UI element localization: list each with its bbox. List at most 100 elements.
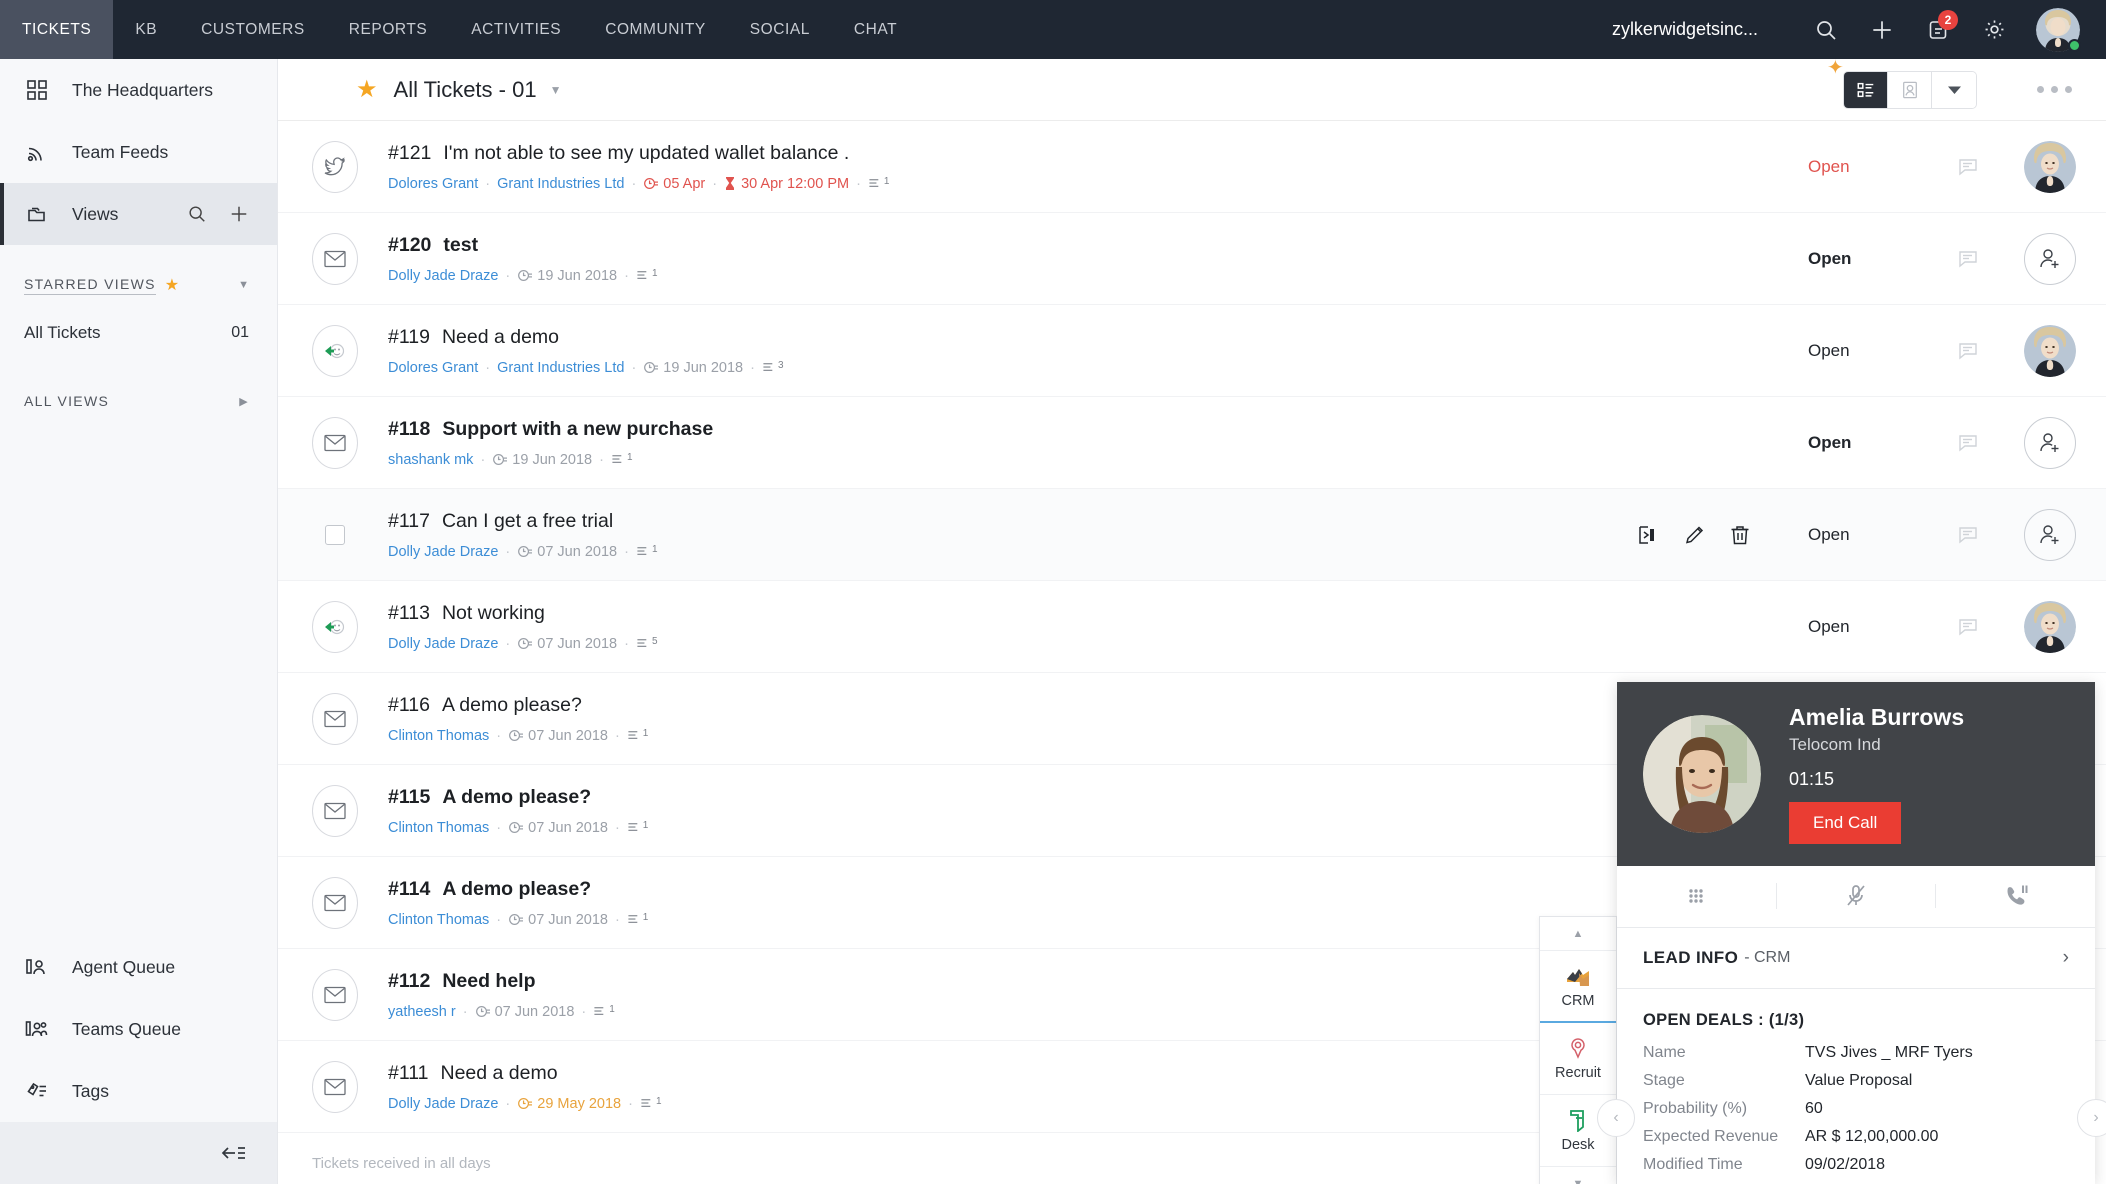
chevron-right-icon: ▶ (239, 395, 249, 408)
chevron-down-icon[interactable] (1932, 71, 1976, 108)
status-badge: Open (1808, 524, 1850, 544)
sidebar-item-agent-queue[interactable]: Agent Queue (0, 936, 277, 998)
hold-call-icon[interactable] (1935, 884, 2095, 909)
collapse-sidebar-button[interactable] (0, 1122, 277, 1184)
nav-tab-kb[interactable]: KB (113, 0, 179, 59)
thread-count-icon: 1 (637, 544, 658, 555)
chat-icon[interactable] (1938, 526, 1998, 544)
gear-icon[interactable] (1966, 0, 2022, 59)
nav-tab-customers[interactable]: CUSTOMERS (179, 0, 327, 59)
all-views-section[interactable]: ALL VIEWS ▶ (0, 375, 277, 427)
chat-icon[interactable] (1938, 342, 1998, 360)
contact-link[interactable]: Clinton Thomas (388, 820, 489, 836)
sidebar-item-team-feeds[interactable]: Team Feeds (0, 121, 277, 183)
contact-link[interactable]: Clinton Thomas (388, 912, 489, 928)
compact-view-icon[interactable] (1888, 71, 1932, 108)
prev-deal-button[interactable]: ‹ (1597, 1099, 1635, 1137)
sidebar-view-all-tickets[interactable]: All Tickets 01 (0, 311, 277, 355)
chevron-right-icon[interactable]: › (2063, 947, 2069, 969)
more-options-icon[interactable] (2037, 86, 2072, 93)
mute-mic-icon[interactable] (1775, 883, 1936, 910)
nav-tab-community[interactable]: COMMUNITY (583, 0, 728, 59)
edit-icon[interactable] (1684, 524, 1706, 546)
chevron-down-icon[interactable]: ▼ (238, 279, 249, 291)
nav-tab-social[interactable]: SOCIAL (728, 0, 832, 59)
sidebar-label: Views (72, 203, 119, 224)
next-deal-button[interactable]: › (2077, 1099, 2106, 1137)
status-badge: Open (1808, 432, 1852, 452)
clock-icon (643, 360, 659, 375)
views-folder-icon (24, 201, 50, 227)
chevron-down-icon[interactable]: ▼ (1540, 1167, 1616, 1184)
avatar[interactable] (2024, 140, 2076, 193)
thread-count-icon: 3 (763, 360, 784, 371)
contact-link[interactable]: yatheesh r (388, 1004, 456, 1020)
caller-name: Amelia Burrows (1789, 704, 1965, 731)
chevron-up-icon[interactable]: ▲ (1540, 917, 1616, 951)
contact-link[interactable]: Dolly Jade Draze (388, 1096, 498, 1112)
delete-icon[interactable] (1730, 524, 1750, 546)
call-header: Amelia Burrows Telocom Ind 01:15 End Cal… (1617, 682, 2095, 867)
account-link[interactable]: Grant Industries Ltd (497, 176, 624, 192)
assign-agent-icon[interactable] (2024, 508, 2076, 561)
email-icon (312, 232, 358, 285)
contact-link[interactable]: Dolly Jade Draze (388, 544, 498, 560)
table-row[interactable]: #119 Need a demo Dolores Grant · Grant Indus… (278, 305, 2106, 397)
move-to-icon[interactable] (1638, 524, 1660, 546)
row-checkbox[interactable] (325, 524, 345, 545)
email-icon (312, 416, 358, 469)
list-view-icon[interactable] (1844, 71, 1888, 108)
table-row[interactable]: #118 Support with a new purchase shashank … (278, 397, 2106, 489)
chevron-down-icon[interactable]: ▼ (550, 83, 562, 97)
user-avatar[interactable] (2036, 7, 2081, 52)
lead-info-header[interactable]: LEAD INFO - CRM › (1617, 928, 2095, 989)
contact-link[interactable]: Dolores Grant (388, 360, 478, 376)
row-body: #119 Need a demo Dolores Grant · Grant Indus… (388, 326, 1808, 376)
nav-tab-tickets[interactable]: TICKETS (0, 0, 114, 59)
table-row[interactable]: #120 test Dolly Jade Draze · 19 Jun 2018 · 1 Op… (278, 213, 2106, 305)
chat-icon[interactable] (1938, 618, 1998, 636)
assign-agent-icon[interactable] (2024, 232, 2076, 285)
sidebar-item-tags[interactable]: Tags (0, 1060, 277, 1122)
starred-views-section-header[interactable]: STARRED VIEWS ★ ▼ (0, 259, 277, 311)
avatar[interactable] (2024, 600, 2076, 653)
sidebar-label: Teams Queue (72, 1018, 181, 1039)
created-time-text: 07 Jun 2018 (537, 635, 618, 652)
chat-icon[interactable] (1938, 158, 1998, 176)
rail-item-recruit[interactable]: Recruit (1540, 1023, 1616, 1095)
account-link[interactable]: Grant Industries Ltd (497, 360, 624, 376)
created-time-text: 07 Jun 2018 (537, 543, 618, 560)
notifications-icon[interactable]: 2 (1910, 0, 1966, 59)
sidebar-item-the-headquarters[interactable]: The Headquarters (0, 59, 277, 121)
search-icon[interactable] (1798, 0, 1854, 59)
chat-icon[interactable] (1938, 434, 1998, 452)
nav-tab-activities[interactable]: ACTIVITIES (449, 0, 583, 59)
views-add-icon[interactable] (229, 204, 249, 224)
table-row[interactable]: #117 Can I get a free trial Dolly Jade Dra… (278, 489, 2106, 581)
chat-icon[interactable] (1938, 250, 1998, 268)
views-search-icon[interactable] (187, 204, 207, 224)
contact-link[interactable]: shashank mk (388, 452, 473, 468)
star-icon[interactable]: ★ (356, 75, 378, 104)
end-call-button[interactable]: End Call (1789, 802, 1902, 845)
contact-link[interactable]: Dolly Jade Draze (388, 636, 498, 652)
nav-tab-chat[interactable]: CHAT (832, 0, 919, 59)
meta-separator: · (505, 267, 511, 284)
avatar[interactable] (2024, 324, 2076, 377)
table-row[interactable]: #121 I'm not able to see my updated walle… (278, 121, 2106, 213)
assign-agent-icon[interactable] (2024, 416, 2076, 469)
contact-link[interactable]: Dolores Grant (388, 176, 478, 192)
contact-link[interactable]: Dolly Jade Draze (388, 268, 498, 284)
created-time-text: 07 Jun 2018 (528, 727, 608, 744)
keypad-icon[interactable] (1617, 884, 1776, 908)
table-row[interactable]: #113 Not working Dolly Jade Draze · 07 Jun 2… (278, 581, 2106, 673)
ticket-subject: test (443, 233, 479, 256)
sidebar-item-views[interactable]: Views (0, 183, 277, 245)
nav-tab-reports[interactable]: REPORTS (327, 0, 450, 59)
created-time-text: 07 Jun 2018 (528, 819, 608, 836)
add-icon[interactable] (1854, 0, 1910, 59)
ticket-number: #113 (388, 601, 430, 624)
rail-item-crm[interactable]: CRM (1540, 951, 1616, 1023)
contact-link[interactable]: Clinton Thomas (388, 728, 489, 744)
sidebar-item-teams-queue[interactable]: Teams Queue (0, 998, 277, 1060)
